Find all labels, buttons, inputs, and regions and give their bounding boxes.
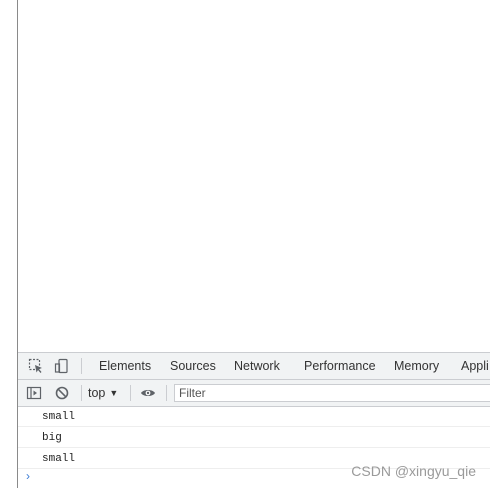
page-viewport bbox=[18, 0, 490, 352]
context-label: top bbox=[88, 386, 106, 400]
device-toolbar-icon[interactable] bbox=[54, 358, 70, 374]
tab-sources[interactable]: Sources bbox=[170, 353, 216, 379]
left-edge-gutter bbox=[0, 0, 18, 488]
watermark: CSDN @xingyu_qie bbox=[351, 463, 476, 479]
tab-application[interactable]: Appli bbox=[461, 353, 489, 379]
inspect-element-icon[interactable] bbox=[28, 358, 44, 374]
filter-placeholder: Filter bbox=[179, 386, 206, 400]
console-message: big bbox=[18, 428, 490, 448]
console-message: small bbox=[18, 407, 490, 427]
clear-console-icon[interactable] bbox=[54, 385, 70, 401]
console-prompt-chevron-icon[interactable]: › bbox=[26, 469, 30, 483]
toolbar-separator bbox=[81, 385, 82, 401]
console-toolbar: top ▼ Filter bbox=[18, 380, 490, 407]
context-selector[interactable]: top ▼ bbox=[88, 380, 118, 406]
tab-network[interactable]: Network bbox=[234, 353, 280, 379]
devtools-tabbar: Elements Sources Network Performance Mem… bbox=[18, 353, 490, 380]
tab-performance[interactable]: Performance bbox=[304, 353, 376, 379]
tab-elements[interactable]: Elements bbox=[99, 353, 151, 379]
filter-input[interactable]: Filter bbox=[174, 384, 490, 402]
toolbar-separator bbox=[130, 385, 131, 401]
dropdown-arrow-icon: ▼ bbox=[109, 388, 119, 398]
tab-memory[interactable]: Memory bbox=[394, 353, 439, 379]
sidebar-toggle-icon[interactable] bbox=[26, 385, 42, 401]
toolbar-separator bbox=[81, 358, 82, 374]
eye-icon[interactable] bbox=[140, 385, 156, 401]
toolbar-separator bbox=[166, 385, 167, 401]
